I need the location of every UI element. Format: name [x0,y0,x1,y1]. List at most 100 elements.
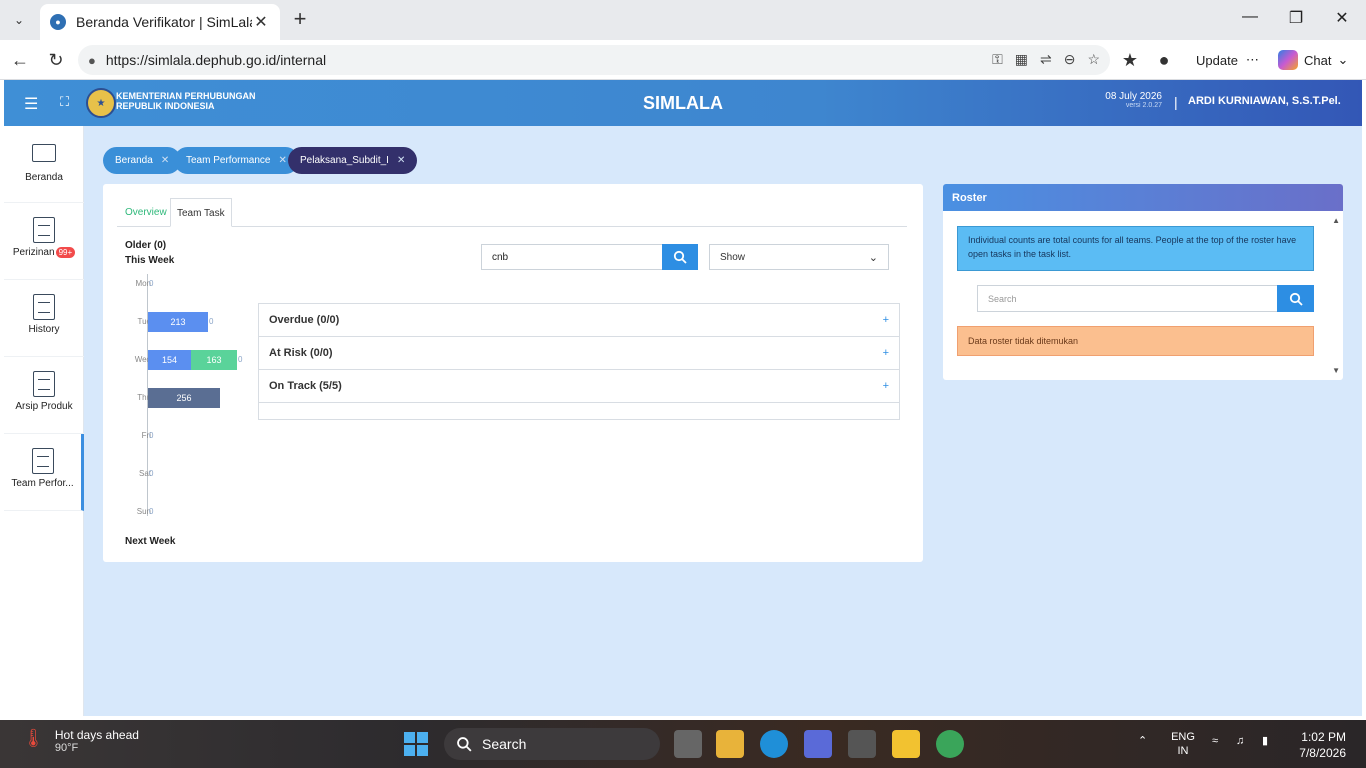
task-view-icon[interactable] [674,730,702,758]
accordion-label: On Track (5/5) [269,380,342,392]
scroll-down-icon[interactable]: ▼ [1332,366,1340,375]
show-select[interactable]: Show ⌄ [709,244,889,270]
close-icon[interactable]: ✕ [397,155,405,166]
task-search-input[interactable]: cnb [481,244,663,270]
scroll-up-icon[interactable]: ▲ [1332,216,1340,225]
chart-bar[interactable]: 154 [148,350,191,370]
chart-day-label: Sun [136,507,151,516]
taskbar-clock[interactable]: 1:02 PM 7/8/2026 [1290,729,1346,761]
document-icon [33,371,55,397]
accordion-overdue[interactable]: Overdue (0/0) + [258,303,900,336]
volume-icon[interactable]: ♫ [1236,734,1244,748]
windows-start-icon[interactable] [404,732,428,756]
chart-day-label: Tue [137,317,152,326]
chart-day-label: Wed [134,355,151,364]
this-week-label: This Week [125,255,175,266]
new-tab-icon[interactable]: + [288,8,312,32]
sidebar-item-perizinan[interactable]: Perizinan 99+ [4,203,84,280]
chart-zero-label: 0 [149,507,154,516]
chart-bar[interactable]: 163 [191,350,237,370]
breadcrumb-team-performance[interactable]: Team Performance ✕ [174,147,299,174]
camera-icon[interactable] [848,730,876,758]
header-separator: | [1174,94,1178,110]
next-week-label: Next Week [125,536,176,547]
accordion-on-track[interactable]: On Track (5/5) + [258,369,900,402]
team-task-card: Overview Team Task Older (0) This Week M… [103,184,923,562]
chat-button[interactable]: Chat ⌄ [1272,46,1354,74]
chart-zero-label: 0 [149,279,154,288]
clock-date: 7/8/2026 [1299,746,1346,760]
sidebar-item-beranda[interactable]: Beranda [4,126,84,203]
tab-title: Beranda Verifikator | SimLala [76,14,252,30]
sidebar-item-history[interactable]: History [4,280,84,357]
breadcrumb-pelaksana[interactable]: Pelaksana_Subdit_I ✕ [288,147,418,174]
app-icon[interactable] [804,730,832,758]
apps-icon[interactable]: ▦ [1015,51,1028,68]
app-version: versi 2.0.27 [1125,102,1162,109]
restore-icon[interactable]: ❐ [1276,8,1316,32]
accordion-at-risk[interactable]: At Risk (0/0) + [258,336,900,369]
chat-label: Chat [1304,52,1332,68]
thermometer-icon: 🌡 [22,728,45,748]
profile-avatar[interactable]: ● [1152,48,1176,72]
sidebar-item-label: Arsip Produk [15,401,73,412]
translate-icon[interactable]: ⇌ [1040,51,1052,68]
browser-tab[interactable]: ● Beranda Verifikator | SimLala ✕ [40,4,280,40]
app-header: ☰ ⛶ ★ KEMENTERIAN PERHUBUNGAN REPUBLIK I… [4,80,1362,126]
chart-bar[interactable]: 256 [148,388,220,408]
task-search-button[interactable] [662,244,698,270]
plus-icon[interactable]: + [883,314,889,326]
breadcrumb-beranda[interactable]: Beranda ✕ [103,147,182,174]
chart-bar[interactable]: 213 [148,312,208,332]
file-explorer-icon[interactable] [716,730,744,758]
header-date-block: 08 July 2026 versi 2.0.27 [1094,91,1162,109]
close-window-icon[interactable]: ✕ [1322,8,1362,32]
edge-icon[interactable] [760,730,788,758]
close-icon[interactable]: ✕ [161,155,169,166]
roster-info-alert: Individual counts are total counts for a… [957,226,1314,271]
chrome-icon[interactable] [936,730,964,758]
zoom-icon[interactable]: ⊖ [1064,51,1076,68]
sidebar-item-arsip-produk[interactable]: Arsip Produk [4,357,84,434]
roster-search-input[interactable]: Search [977,285,1279,312]
app-container: ☰ ⛶ ★ KEMENTERIAN PERHUBUNGAN REPUBLIK I… [4,80,1362,716]
minimize-icon[interactable]: — [1230,8,1270,32]
favorites-icon[interactable]: ★ [1118,48,1142,72]
roster-search-button[interactable] [1277,285,1314,312]
show-select-value: Show [720,251,746,263]
reload-icon[interactable]: ↻ [44,48,68,72]
address-bar[interactable]: ● https://simlala.dephub.go.id/internal … [78,45,1110,75]
windows-taskbar: 🌡 Hot days ahead 90°F Search ⌃ ENG IN ≈ … [0,720,1366,768]
sidebar-item-team-performance[interactable]: Team Perfor... [4,434,84,511]
taskbar-search[interactable]: Search [444,728,660,760]
sticky-notes-icon[interactable] [892,730,920,758]
weather-widget[interactable]: 🌡 Hot days ahead 90°F [22,728,139,754]
plus-icon[interactable]: + [883,347,889,359]
tab-overview[interactable]: Overview [119,198,173,227]
wifi-icon[interactable]: ≈ [1212,734,1218,748]
site-info-icon[interactable]: ● [88,53,96,68]
back-icon[interactable]: ← [8,48,32,72]
sidebar-item-label: Team Perfor... [11,478,74,489]
accordion-label: Overdue (0/0) [269,314,340,326]
older-label: Older (0) [125,240,167,251]
clock-time: 1:02 PM [1301,730,1346,744]
sidebar-item-label: Perizinan [12,247,55,258]
sidebar-item-label: Beranda [25,172,63,183]
more-icon: ⋯ [1245,52,1259,67]
close-tab-icon[interactable]: ✕ [252,12,270,32]
key-icon[interactable]: ⚿ [992,51,1003,68]
language-indicator[interactable]: ENG IN [1166,730,1200,758]
update-button[interactable]: Update ⋯ [1188,46,1267,74]
battery-icon[interactable]: ▮ [1262,734,1268,748]
tray-overflow-icon[interactable]: ⌃ [1138,734,1147,748]
plus-icon[interactable]: + [883,380,889,392]
accordion-label: At Risk (0/0) [269,347,333,359]
favorite-star-icon[interactable]: ☆ [1087,51,1100,68]
search-icon [457,737,472,752]
document-icon [33,294,55,320]
tab-team-task[interactable]: Team Task [170,198,232,227]
user-name[interactable]: ARDI KURNIAWAN, S.S.T.Pel. [1188,95,1341,107]
tab-list-chevron-icon[interactable]: ⌄ [6,8,32,32]
close-icon[interactable]: ✕ [278,155,286,166]
